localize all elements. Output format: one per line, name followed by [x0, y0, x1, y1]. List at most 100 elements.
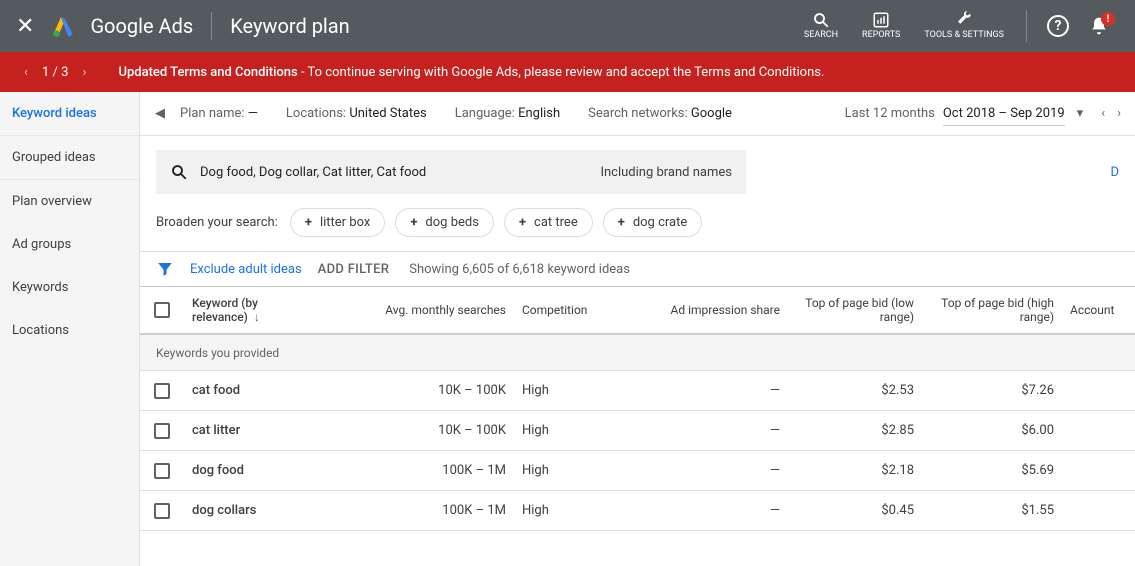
search-networks[interactable]: Search networks: Google [588, 106, 732, 121]
cell-competition: High [514, 383, 648, 398]
cell-keyword: dog food [184, 463, 324, 478]
cell-searches: 10K – 100K [324, 383, 514, 398]
cell-bid-high: $1.55 [922, 503, 1062, 518]
locations[interactable]: Locations: United States [286, 106, 427, 121]
google-ads-logo-icon [50, 13, 76, 39]
notif-rest: - To continue serving with Google Ads, p… [298, 65, 825, 80]
row-checkbox[interactable] [154, 423, 170, 439]
select-all-checkbox[interactable] [154, 302, 170, 318]
notif-prev-icon[interactable]: ‹ [16, 65, 36, 80]
sidebar-item-ad-groups[interactable]: Ad groups [0, 223, 139, 266]
sidebar: Keyword ideas Grouped ideas Plan overvie… [0, 92, 140, 566]
sidebar-item-plan-overview[interactable]: Plan overview [0, 180, 139, 223]
sidebar-item-keywords[interactable]: Keywords [0, 266, 139, 309]
table-row: dog food100K – 1MHigh—$2.18$5.69 [140, 451, 1135, 491]
notif-text: Updated Terms and Conditions - To contin… [118, 65, 824, 80]
result-count: Showing 6,605 of 6,618 keyword ideas [409, 262, 630, 277]
close-icon[interactable]: ✕ [16, 14, 34, 39]
broaden-label: Broaden your search: [156, 215, 278, 230]
row-checkbox[interactable] [154, 503, 170, 519]
reports-label: REPORTS [862, 31, 900, 41]
search-label: SEARCH [804, 31, 838, 41]
col-competition[interactable]: Competition [514, 303, 648, 317]
cell-bid-low: $2.53 [788, 383, 922, 398]
date-range-picker[interactable]: Oct 2018 – Sep 2019 [943, 102, 1065, 126]
cell-bid-high: $7.26 [922, 383, 1062, 398]
keyword-search-box[interactable]: Dog food, Dog collar, Cat litter, Cat fo… [156, 150, 746, 194]
add-filter-button[interactable]: ADD FILTER [318, 262, 390, 277]
language[interactable]: Language: English [455, 106, 560, 121]
plus-icon: + [519, 215, 526, 230]
search-text: Dog food, Dog collar, Cat litter, Cat fo… [200, 165, 600, 180]
table-row: cat food10K – 100KHigh—$2.53$7.26 [140, 371, 1135, 411]
cell-impression: — [648, 503, 788, 518]
chip-dog-beds[interactable]: +dog beds [395, 208, 494, 237]
page-title: Keyword plan [230, 14, 350, 38]
plus-icon: + [618, 215, 625, 230]
col-account[interactable]: Account [1062, 303, 1122, 317]
col-keyword[interactable]: Keyword (by relevance)↓ [184, 296, 324, 324]
help-icon[interactable]: ? [1047, 15, 1069, 37]
sidebar-item-keyword-ideas[interactable]: Keyword ideas [0, 92, 139, 136]
table-row: cat litter10K – 100KHigh—$2.85$6.00 [140, 411, 1135, 451]
tools-settings-tool[interactable]: TOOLS & SETTINGS [924, 11, 1004, 41]
brand-toggle[interactable]: Including brand names [600, 165, 732, 180]
cell-searches: 100K – 1M [324, 503, 514, 518]
cell-impression: — [648, 423, 788, 438]
search-row: Dog food, Dog collar, Cat litter, Cat fo… [140, 136, 1135, 208]
app-header: ✕ Google Ads Keyword plan SEARCH REPORTS… [0, 0, 1135, 52]
reports-icon [872, 11, 890, 29]
cell-impression: — [648, 463, 788, 478]
reports-tool[interactable]: REPORTS [862, 11, 900, 41]
cell-bid-high: $6.00 [922, 423, 1062, 438]
divider [1026, 10, 1027, 42]
filter-icon[interactable] [156, 260, 174, 278]
plus-icon: + [410, 215, 417, 230]
cell-keyword: cat litter [184, 423, 324, 438]
cell-competition: High [514, 463, 648, 478]
cell-competition: High [514, 423, 648, 438]
plus-icon: + [305, 215, 312, 230]
chip-litter-box[interactable]: +litter box [290, 208, 385, 237]
sidebar-item-grouped-ideas[interactable]: Grouped ideas [0, 136, 139, 180]
sort-down-icon: ↓ [254, 310, 260, 324]
exclude-adult-link[interactable]: Exclude adult ideas [190, 262, 302, 277]
sidebar-item-locations[interactable]: Locations [0, 309, 139, 352]
cell-bid-low: $0.45 [788, 503, 922, 518]
search-tool[interactable]: SEARCH [804, 11, 838, 41]
cell-bid-low: $2.85 [788, 423, 922, 438]
cell-keyword: cat food [184, 383, 324, 398]
brand-title: Google Ads [90, 14, 193, 38]
notifications-bell[interactable]: ! [1089, 16, 1109, 36]
cell-bid-high: $5.69 [922, 463, 1062, 478]
date-next-icon[interactable]: › [1117, 106, 1121, 121]
notif-count: 1 / 3 [42, 65, 68, 80]
date-prev-icon[interactable]: ‹ [1101, 106, 1105, 121]
chip-dog-crate[interactable]: +dog crate [603, 208, 703, 237]
wrench-icon [955, 11, 973, 29]
row-checkbox[interactable] [154, 463, 170, 479]
col-bid-low[interactable]: Top of page bid (low range) [788, 296, 922, 324]
download-link[interactable]: D [1110, 165, 1119, 180]
notification-bar: ‹ 1 / 3 › Updated Terms and Conditions -… [0, 52, 1135, 92]
cell-searches: 100K – 1M [324, 463, 514, 478]
cell-impression: — [648, 383, 788, 398]
row-checkbox[interactable] [154, 383, 170, 399]
cell-searches: 10K – 100K [324, 423, 514, 438]
back-icon[interactable]: ◀ [148, 102, 172, 126]
col-searches[interactable]: Avg. monthly searches [324, 303, 514, 317]
divider [211, 12, 212, 40]
cell-competition: High [514, 503, 648, 518]
date-dropdown-icon[interactable]: ▾ [1077, 106, 1084, 121]
plan-name[interactable]: Plan name: — [180, 106, 258, 121]
col-impression[interactable]: Ad impression share [648, 303, 788, 317]
cell-keyword: dog collars [184, 503, 324, 518]
col-bid-high[interactable]: Top of page bid (high range) [922, 296, 1062, 324]
chip-cat-tree[interactable]: +cat tree [504, 208, 593, 237]
tools-label: TOOLS & SETTINGS [924, 31, 1004, 41]
plan-settings-bar: ◀ Plan name: — Locations: United States … [140, 92, 1135, 136]
table-header: Keyword (by relevance)↓ Avg. monthly sea… [140, 287, 1135, 335]
bell-badge: ! [1101, 12, 1115, 26]
notif-next-icon[interactable]: › [74, 65, 94, 80]
cell-bid-low: $2.18 [788, 463, 922, 478]
